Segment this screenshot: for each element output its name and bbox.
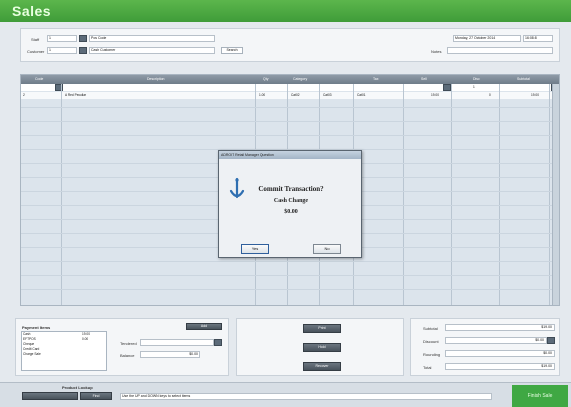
payment-items-list[interactable]: Cash 19.00 EFTPOS 0.00 Cheque Credit Card … bbox=[21, 331, 107, 371]
product-lookup-field[interactable] bbox=[22, 392, 78, 400]
commit-transaction-dialog: ADROIT Retail Manager Question Commit Tr… bbox=[218, 150, 362, 258]
date-field[interactable]: Monday, 27 October 2014 bbox=[453, 35, 521, 42]
dialog-question: Commit Transaction? bbox=[258, 185, 324, 193]
customer-lookup-button[interactable] bbox=[79, 47, 87, 54]
subtotal-label: Subtotal bbox=[423, 326, 438, 331]
col-divider bbox=[451, 84, 452, 305]
rounding-field: $0.00 bbox=[445, 350, 555, 357]
col-divider bbox=[499, 84, 500, 305]
notes-field[interactable] bbox=[447, 47, 553, 54]
staff-name-field[interactable]: Pos Code bbox=[89, 35, 215, 42]
new-row-qty[interactable]: 1 bbox=[473, 85, 475, 89]
payment-items-label: Payment Items bbox=[22, 325, 51, 330]
staff-code-field[interactable]: 1 bbox=[47, 35, 77, 42]
total-field: $19.00 bbox=[445, 363, 555, 370]
row-qty: 1.00 bbox=[259, 93, 266, 97]
customer-search-button[interactable]: Search bbox=[221, 47, 243, 54]
row-description: A Red Peculiar bbox=[65, 93, 87, 97]
find-button[interactable]: Find bbox=[80, 392, 112, 400]
add-payment-button[interactable]: Add bbox=[186, 323, 222, 330]
col-sell: Sell bbox=[421, 77, 427, 81]
col-qty: Qty bbox=[263, 77, 269, 81]
new-item-row[interactable]: 1 bbox=[21, 84, 559, 91]
row-code: 2 bbox=[23, 93, 25, 97]
col-description: Description bbox=[147, 77, 165, 81]
tendered-label: Tendered bbox=[120, 341, 137, 346]
finish-sale-button[interactable]: Finish Sale bbox=[512, 385, 568, 407]
status-bar: Product Lookup Find Use the UP and DOWN … bbox=[0, 382, 571, 407]
table-row[interactable]: 2 A Red Peculiar 1.00 Cat02 Cat03 Cat01 … bbox=[21, 92, 559, 99]
balance-label: Balance bbox=[120, 353, 135, 358]
col-tax: Tax bbox=[373, 77, 379, 81]
col-category: Category bbox=[293, 77, 308, 81]
staff-lookup-button[interactable] bbox=[79, 35, 87, 42]
row-category: Cat02 bbox=[291, 93, 300, 97]
dialog-change-amount: $0.00 bbox=[284, 209, 298, 215]
col-divider bbox=[549, 84, 550, 305]
yes-button[interactable]: Yes bbox=[241, 244, 269, 254]
payment-panel: Payment Items Add Cash 19.00 EFTPOS 0.00 C… bbox=[15, 318, 229, 376]
row-sell: 19.00 bbox=[431, 93, 439, 97]
actions-panel: Print Hold Recover bbox=[236, 318, 404, 376]
list-item[interactable]: Charge Sale bbox=[22, 352, 106, 357]
discount-field[interactable]: $0.00 bbox=[445, 337, 547, 344]
recover-button[interactable]: Recover bbox=[303, 362, 341, 371]
col-subtotal: Subtotal bbox=[517, 77, 530, 81]
sales-window: Sales Staff 1 Pos Code Customer 1 Cash C… bbox=[0, 0, 571, 407]
grid-scrollbar[interactable] bbox=[552, 84, 559, 305]
row-cost: Cat03 bbox=[323, 93, 332, 97]
row-subtotal: 19.00 bbox=[531, 93, 539, 97]
tendered-field[interactable] bbox=[140, 339, 214, 346]
header-panel: Staff 1 Pos Code Customer 1 Cash Custome… bbox=[20, 28, 560, 62]
col-disc: Disc bbox=[473, 77, 480, 81]
row-disc: 0 bbox=[489, 93, 491, 97]
print-button[interactable]: Print bbox=[303, 324, 341, 333]
customer-name-field[interactable]: Cash Customer bbox=[89, 47, 215, 54]
col-divider bbox=[403, 84, 404, 305]
discount-label: Discount bbox=[423, 339, 439, 344]
row-tax: Cat01 bbox=[357, 93, 366, 97]
product-lookup-title: Product Lookup bbox=[62, 385, 93, 390]
customer-label: Customer bbox=[27, 49, 45, 54]
window-title: Sales bbox=[12, 3, 52, 19]
grid-header: Code Description Qty Category Tax Sell D… bbox=[21, 75, 559, 84]
totals-panel: Subtotal $19.00 Discount $0.00 Rounding … bbox=[410, 318, 560, 376]
no-button[interactable]: No bbox=[313, 244, 341, 254]
total-label: Total bbox=[423, 365, 432, 370]
balance-field: $0.00 bbox=[140, 351, 200, 358]
col-divider bbox=[61, 84, 62, 305]
title-bar: Sales bbox=[0, 0, 571, 22]
discount-lookup-button[interactable] bbox=[547, 337, 555, 344]
dialog-title: ADROIT Retail Manager Question bbox=[219, 151, 361, 159]
col-code: Code bbox=[35, 77, 44, 81]
status-message: Use the UP and DOWN keys to select items bbox=[120, 393, 492, 400]
dialog-change-label: Cash Change bbox=[273, 198, 309, 204]
customer-code-field[interactable]: 1 bbox=[47, 47, 77, 54]
sell-lookup-button[interactable] bbox=[443, 84, 451, 91]
time-field[interactable]: 16:08:8 bbox=[523, 35, 553, 42]
tendered-lookup-button[interactable] bbox=[214, 339, 222, 346]
rounding-label: Rounding bbox=[423, 352, 441, 357]
hold-button[interactable]: Hold bbox=[303, 343, 341, 352]
staff-label: Staff bbox=[31, 37, 40, 42]
subtotal-field: $19.00 bbox=[445, 324, 555, 331]
notes-label: Notes bbox=[431, 49, 442, 54]
